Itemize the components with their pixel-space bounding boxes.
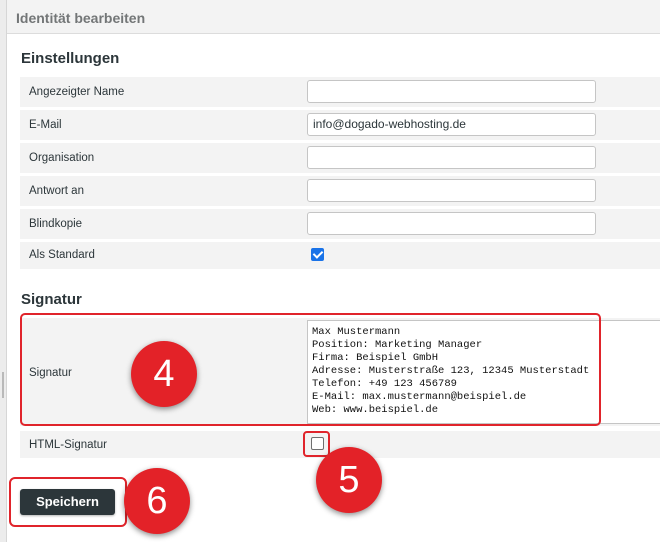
label-organization: Organisation: [29, 152, 95, 164]
email-input[interactable]: info@dogado-webhosting.de: [307, 113, 596, 136]
highlight-save: [9, 477, 127, 527]
label-html-signature: HTML-Signatur: [29, 439, 107, 451]
display-name-input[interactable]: [307, 80, 596, 103]
step-badge-4: 4: [131, 341, 197, 407]
row-default: Als Standard: [20, 242, 660, 269]
label-reply-to: Antwort an: [29, 185, 84, 197]
label-bcc: Blindkopie: [29, 218, 83, 230]
resize-grip-icon[interactable]: [2, 372, 4, 398]
section-title-settings: Einstellungen: [21, 50, 120, 67]
step-badge-5: 5: [316, 447, 382, 513]
default-checkbox[interactable]: [311, 248, 324, 261]
label-display-name: Angezeigter Name: [29, 86, 125, 98]
resize-gutter[interactable]: [0, 0, 7, 542]
reply-to-input[interactable]: [307, 179, 596, 202]
highlight-html-signature: [303, 431, 330, 457]
organization-input[interactable]: [307, 146, 596, 169]
panel-title: Identität bearbeiten: [16, 10, 146, 26]
panel-header: Identität bearbeiten: [7, 0, 660, 34]
highlight-signature: [20, 313, 601, 426]
bcc-input[interactable]: [307, 212, 596, 235]
section-title-signature: Signatur: [21, 291, 82, 308]
step-badge-6: 6: [124, 468, 190, 534]
label-email: E-Mail: [29, 119, 62, 131]
label-default: Als Standard: [29, 249, 95, 261]
